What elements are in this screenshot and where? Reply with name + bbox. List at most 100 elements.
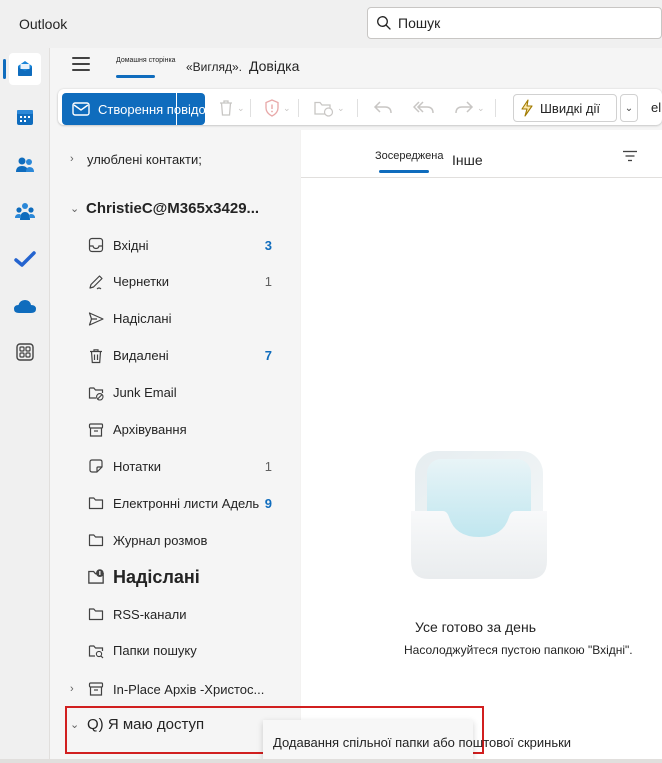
folder-label: In-Place Архів -Христос...: [113, 681, 265, 697]
new-mail-label: Створення повідомлення: [98, 101, 205, 117]
tab-help[interactable]: Довідка: [249, 58, 299, 74]
folder-item[interactable]: Чернетки 1: [50, 264, 300, 300]
new-mail-button[interactable]: Створення повідомлення: [62, 93, 205, 125]
calendar-icon: [17, 110, 33, 125]
tab-focused-indicator: [379, 170, 429, 173]
drafts-icon: [87, 273, 105, 291]
unread-count: 3: [264, 237, 272, 253]
favorites-header[interactable]: › улюблені контакти;: [50, 141, 300, 177]
quick-steps-label: Швидкі дії: [540, 100, 600, 116]
add-shared-folder-tooltip[interactable]: Додавання спільної папки або поштової ск…: [263, 720, 571, 760]
search-folder-icon: [87, 642, 105, 660]
folder-label: Папки пошуку: [113, 643, 197, 659]
quick-steps-dropdown[interactable]: ⌄: [620, 94, 638, 122]
folder-archive[interactable]: › In-Place Архів -Христос...: [50, 671, 300, 707]
search-input[interactable]: Пошук: [398, 15, 440, 31]
rail-groups[interactable]: [9, 196, 41, 228]
folder-label: Електронні листи Адель: [113, 495, 260, 511]
folder-label: Архівування: [113, 422, 187, 437]
account-label: ChristieC@M365x3429...: [86, 199, 260, 217]
shield-icon: [265, 99, 279, 117]
tab-view[interactable]: «Вигляд».: [186, 60, 242, 74]
app-rail: [0, 48, 50, 763]
folder-label: Видалені: [113, 348, 169, 364]
folder-pane: › улюблені контакти; ⌄ ChristieC@M365x34…: [50, 130, 300, 763]
apps-icon: [16, 343, 34, 361]
tooltip-text: Додавання спільної папки або поштової ск…: [273, 735, 572, 750]
rail-onedrive[interactable]: [9, 290, 41, 322]
title-bar: Outlook Пошук: [0, 0, 662, 48]
toolbar-surface: Створення повідомлення ⌄ ⌄ ⌄: [58, 89, 662, 125]
empty-state-title: Усе готово за день: [415, 619, 536, 635]
sent-icon: [87, 310, 105, 328]
folder-item[interactable]: Вхідні 3: [50, 227, 300, 263]
folder-item[interactable]: Видалені 7: [50, 338, 300, 374]
favorites-label: улюблені контакти;: [87, 151, 202, 167]
unread-count: 9: [264, 495, 272, 511]
folder-icon: [87, 531, 105, 549]
tab-home[interactable]: Домашня сторінка: [116, 57, 176, 64]
unread-count: 1: [264, 458, 272, 474]
cloud-icon: [14, 300, 36, 313]
archive-icon: [87, 680, 105, 698]
tab-focused[interactable]: Зосереджена: [375, 150, 443, 162]
folder-item[interactable]: Журнал розмов: [50, 522, 300, 558]
groups-icon: [15, 203, 35, 220]
unread-count: 7: [264, 348, 272, 364]
filter-icon[interactable]: [622, 150, 638, 162]
folder-item[interactable]: Нотатки 1: [50, 448, 300, 484]
rail-people[interactable]: [9, 149, 41, 181]
folder-icon: [87, 494, 105, 512]
search-box[interactable]: Пошук: [367, 7, 662, 39]
reply-all-icon: [413, 101, 434, 114]
message-list-header: Зосереджена Інше: [301, 130, 662, 178]
reply-icon: [373, 101, 392, 114]
folder-item[interactable]: Надіслані: [50, 559, 300, 595]
folder-item[interactable]: Папки пошуку: [50, 633, 300, 669]
quick-steps-button[interactable]: Швидкі дії: [513, 94, 617, 122]
checkmark-icon: [14, 251, 36, 267]
bottom-border: [0, 759, 662, 763]
app-title: Outlook: [19, 16, 68, 32]
people-icon: [16, 157, 34, 172]
delete-button[interactable]: ⌄: [218, 98, 245, 118]
rail-mail[interactable]: [9, 53, 41, 85]
junk-folder-icon: [87, 384, 105, 402]
mail-icon: [18, 61, 32, 76]
folder-label: Журнал розмов: [113, 532, 208, 548]
lightning-icon: [521, 99, 533, 117]
chevron-down-icon: ⌄: [624, 102, 634, 114]
new-mail-split[interactable]: [176, 93, 177, 125]
ribbon-tabs: Домашня сторінка «Вигляд». Довідка: [50, 48, 662, 84]
toolbar-overflow-text: el: [651, 100, 662, 115]
empty-inbox-illustration: [411, 451, 547, 579]
folder-label: RSS-канали: [113, 606, 187, 622]
rail-todo[interactable]: [9, 243, 41, 275]
rail-calendar[interactable]: [9, 101, 41, 133]
folder-item[interactable]: Junk Email: [50, 375, 300, 411]
forward-icon: [455, 101, 474, 114]
reply-button[interactable]: [373, 98, 393, 118]
message-list-pane: Зосереджена Інше Усе готово за день Насо…: [301, 130, 662, 763]
folder-item[interactable]: Архівування: [50, 412, 300, 448]
rail-apps[interactable]: [9, 336, 41, 368]
move-button[interactable]: ⌄: [314, 98, 345, 118]
outbox-icon: [86, 567, 106, 587]
unread-count: 1: [264, 274, 272, 290]
account-header[interactable]: ⌄ ChristieC@M365x3429...: [50, 190, 300, 226]
chevron-right-icon: ›: [70, 683, 74, 695]
folder-move-icon: [314, 101, 334, 117]
trash-icon: [220, 100, 232, 116]
report-button[interactable]: ⌄: [264, 98, 291, 118]
chevron-right-icon: ›: [70, 153, 74, 165]
folder-item[interactable]: Електронні листи Адель 9: [50, 485, 300, 521]
folder-item[interactable]: RSS-канали: [50, 596, 300, 632]
folder-item[interactable]: Надіслані: [50, 301, 300, 337]
forward-button[interactable]: ⌄: [454, 98, 485, 118]
tab-other[interactable]: Інше: [452, 152, 483, 168]
search-icon: [377, 16, 391, 30]
hamburger-icon[interactable]: [72, 57, 90, 71]
reply-all-button[interactable]: [413, 98, 435, 118]
archive-icon: [87, 421, 105, 439]
tab-selected-indicator: [116, 75, 155, 78]
